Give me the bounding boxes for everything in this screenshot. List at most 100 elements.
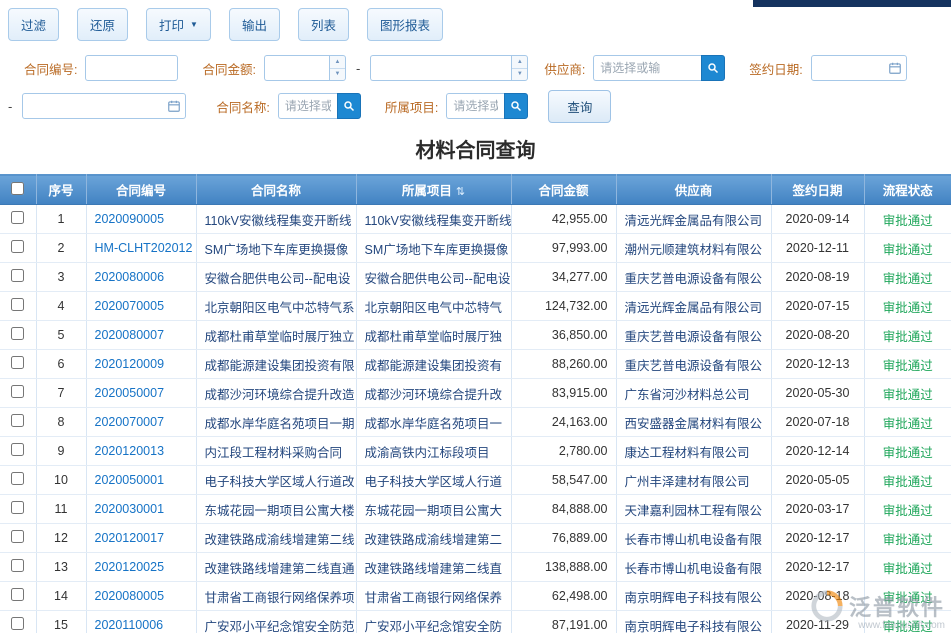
supplier-cell: 潮州元顺建筑材料有限公: [616, 234, 771, 263]
sign-date-cell: 2020-03-17: [771, 495, 864, 524]
supplier-cell: 天津嘉利园林工程有限公: [616, 495, 771, 524]
status-cell[interactable]: 审批通过: [864, 408, 951, 437]
header-status[interactable]: 流程状态: [864, 175, 951, 205]
amount-cell: 88,260.00: [511, 350, 616, 379]
contract-name-input[interactable]: [278, 93, 337, 119]
export-button[interactable]: 输出: [229, 8, 280, 41]
supplier-input[interactable]: [593, 55, 701, 81]
contract-no-link[interactable]: 2020070005: [95, 299, 165, 313]
filter-button[interactable]: 过滤: [8, 8, 59, 41]
contract-no-link[interactable]: 2020080006: [95, 270, 165, 284]
spinner-up-icon[interactable]: ▲: [330, 56, 345, 68]
header-seq[interactable]: 序号: [36, 175, 86, 205]
header-amount[interactable]: 合同金额: [511, 175, 616, 205]
print-button[interactable]: 打印 ▼: [146, 8, 211, 41]
spinner-down-icon[interactable]: ▼: [512, 68, 527, 81]
contract-name-cell: 成都水岸华庭名苑项目一期: [196, 408, 356, 437]
contract-name-cell: 北京朝阳区电气中芯特气系: [196, 292, 356, 321]
row-checkbox[interactable]: [11, 211, 24, 224]
contract-name-cell: 110kV安徽线程集变开断线: [196, 205, 356, 234]
contract-name-search-button[interactable]: [337, 93, 361, 119]
table-row: 152020110006广安邓小平纪念馆安全防范广安邓小平纪念馆安全防87,19…: [0, 611, 951, 633]
sign-date-label: 签约日期:: [749, 59, 802, 78]
row-checkbox[interactable]: [11, 240, 24, 253]
amount-cell: 84,888.00: [511, 495, 616, 524]
graph-report-button[interactable]: 图形报表: [367, 8, 443, 41]
header-sign-date[interactable]: 签约日期: [771, 175, 864, 205]
status-cell[interactable]: 审批通过: [864, 379, 951, 408]
status-cell[interactable]: 审批通过: [864, 263, 951, 292]
row-checkbox[interactable]: [11, 559, 24, 572]
contract-no-cell: 2020030001: [86, 495, 196, 524]
status-cell[interactable]: 审批通过: [864, 321, 951, 350]
project-search-button[interactable]: [504, 93, 528, 119]
status-cell[interactable]: 审批通过: [864, 524, 951, 553]
contract-no-input[interactable]: [85, 55, 178, 81]
sort-icon[interactable]: ⇅: [456, 186, 465, 198]
contract-no-link[interactable]: 2020070007: [95, 415, 165, 429]
row-checkbox[interactable]: [11, 298, 24, 311]
supplier-cell: 南京明辉电子科技有限公: [616, 611, 771, 633]
table-row: 102020050001电子科技大学区域人行道改电子科技大学区域人行道58,54…: [0, 466, 951, 495]
row-checkbox[interactable]: [11, 472, 24, 485]
amount-max-input[interactable]: [370, 55, 511, 81]
status-cell[interactable]: 审批通过: [864, 437, 951, 466]
status-cell[interactable]: 审批通过: [864, 205, 951, 234]
project-label: 所属项目:: [385, 97, 438, 116]
status-cell[interactable]: 审批通过: [864, 553, 951, 582]
row-seq: 4: [36, 292, 86, 321]
contract-no-link[interactable]: 2020120009: [95, 357, 165, 371]
row-checkbox[interactable]: [11, 414, 24, 427]
calendar-icon[interactable]: [888, 61, 902, 75]
restore-button[interactable]: 还原: [77, 8, 128, 41]
calendar-icon[interactable]: [167, 99, 181, 113]
contract-no-link[interactable]: 2020080007: [95, 328, 165, 342]
row-checkbox[interactable]: [11, 530, 24, 543]
query-button[interactable]: 查询: [548, 90, 611, 123]
amount-min-input[interactable]: [264, 55, 329, 81]
contract-no-link[interactable]: 2020030001: [95, 502, 165, 516]
row-checkbox[interactable]: [11, 443, 24, 456]
amount-cell: 87,191.00: [511, 611, 616, 633]
status-cell[interactable]: 审批通过: [864, 495, 951, 524]
header-supplier[interactable]: 供应商: [616, 175, 771, 205]
row-checkbox[interactable]: [11, 588, 24, 601]
sign-date-cell: 2020-08-20: [771, 321, 864, 350]
contract-no-link[interactable]: 2020120017: [95, 531, 165, 545]
supplier-search-button[interactable]: [701, 55, 725, 81]
contract-no-link[interactable]: 2020050001: [95, 473, 165, 487]
sign-date-cell: 2020-05-05: [771, 466, 864, 495]
project-cell: 电子科技大学区域人行道: [356, 466, 511, 495]
amount-cell: 36,850.00: [511, 321, 616, 350]
search-icon: [510, 100, 522, 112]
contract-no-link[interactable]: 2020050007: [95, 386, 165, 400]
table-row: 32020080006安徽合肥供电公司--配电设安徽合肥供电公司--配电设34,…: [0, 263, 951, 292]
spinner-down-icon[interactable]: ▼: [330, 68, 345, 81]
contract-no-link[interactable]: HM-CLHT202012: [95, 241, 193, 255]
project-input[interactable]: [446, 93, 504, 119]
row-checkbox[interactable]: [11, 385, 24, 398]
header-contract-name[interactable]: 合同名称: [196, 175, 356, 205]
contract-no-link[interactable]: 2020080005: [95, 589, 165, 603]
status-cell[interactable]: 审批通过: [864, 466, 951, 495]
header-project[interactable]: 所属项目⇅: [356, 175, 511, 205]
row-checkbox[interactable]: [11, 501, 24, 514]
contract-no-link[interactable]: 2020120013: [95, 444, 165, 458]
row-checkbox[interactable]: [11, 617, 24, 630]
contract-no-link[interactable]: 2020090005: [95, 212, 165, 226]
row-checkbox[interactable]: [11, 327, 24, 340]
row-seq: 8: [36, 408, 86, 437]
status-cell[interactable]: 审批通过: [864, 292, 951, 321]
spinner-up-icon[interactable]: ▲: [512, 56, 527, 68]
row-checkbox[interactable]: [11, 356, 24, 369]
status-cell[interactable]: 审批通过: [864, 350, 951, 379]
amount-cell: 58,547.00: [511, 466, 616, 495]
contract-no-link[interactable]: 2020110006: [95, 618, 164, 632]
row-checkbox[interactable]: [11, 269, 24, 282]
sign-date-to-input[interactable]: [22, 93, 186, 119]
header-contract-no[interactable]: 合同编号: [86, 175, 196, 205]
select-all-checkbox[interactable]: [11, 182, 24, 195]
list-view-button[interactable]: 列表: [298, 8, 349, 41]
contract-no-link[interactable]: 2020120025: [95, 560, 165, 574]
status-cell[interactable]: 审批通过: [864, 234, 951, 263]
